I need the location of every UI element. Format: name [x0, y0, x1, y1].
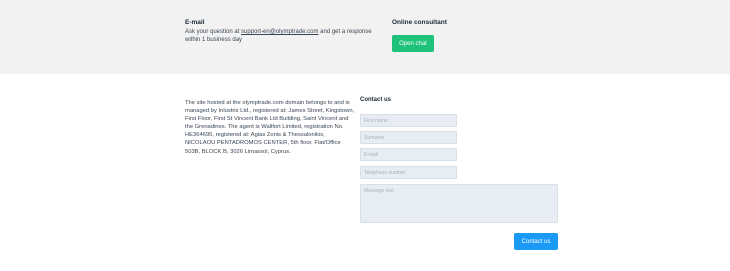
open-chat-button[interactable]: Open chat	[392, 35, 434, 52]
support-email-link[interactable]: support-en@olymptrade.com	[241, 29, 318, 35]
first-name-placeholder: First name	[364, 118, 388, 124]
email-text-before: Ask your question at	[185, 29, 242, 35]
surname-placeholder: Surname	[364, 135, 385, 141]
surname-field[interactable]: Surname	[360, 131, 457, 144]
email-section: E-mail Ask your question at support-en@o…	[185, 18, 375, 44]
email-placeholder: E-mail	[364, 152, 379, 158]
message-placeholder: Message text	[364, 188, 394, 194]
consultant-title: Online consultant	[392, 19, 447, 26]
message-textarea[interactable]: Message text	[360, 184, 558, 223]
email-title: E-mail	[185, 19, 205, 26]
contact-us-button[interactable]: Contact us	[514, 233, 558, 250]
telephone-placeholder: Telephone number	[364, 170, 406, 176]
first-name-field[interactable]: First name	[360, 114, 457, 127]
legal-text: The site hosted at the olymptrade.com do…	[185, 100, 355, 155]
contact-form-title: Contact us	[360, 97, 392, 103]
telephone-field[interactable]: Telephone number	[360, 166, 457, 179]
consultant-section: Online consultant Open chat	[392, 18, 447, 52]
email-description: Ask your question at support-en@olymptra…	[185, 28, 375, 44]
email-field[interactable]: E-mail	[360, 148, 457, 161]
